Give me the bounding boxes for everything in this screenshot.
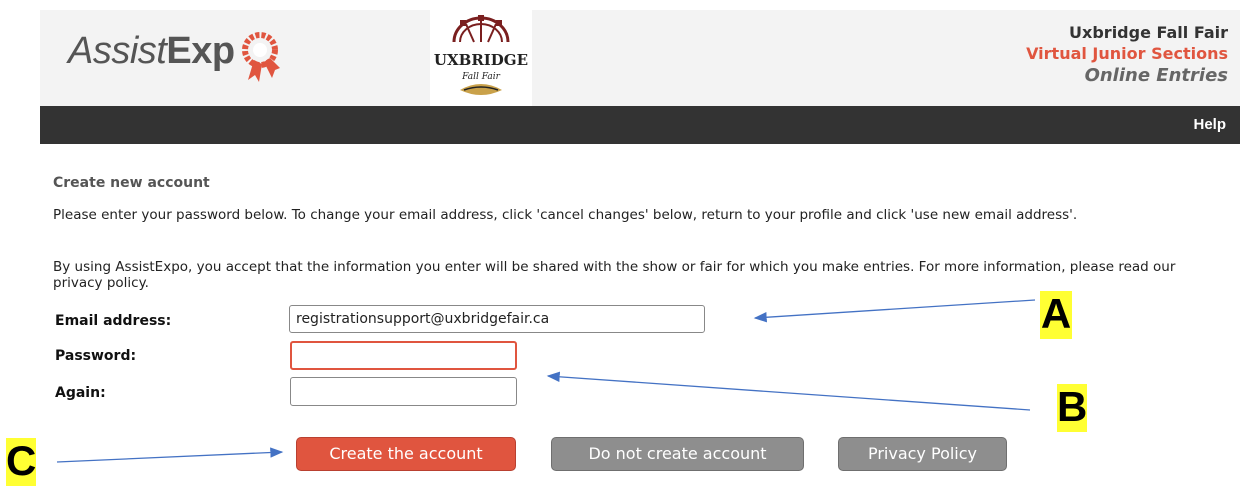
callout-a: A <box>1040 290 1072 339</box>
callout-c: C <box>6 437 37 486</box>
arrow-c <box>56 447 284 463</box>
arrow-a <box>753 299 1036 323</box>
annotation-arrows <box>56 299 1036 463</box>
callout-b: B <box>1057 383 1088 432</box>
arrow-b <box>546 371 1031 411</box>
